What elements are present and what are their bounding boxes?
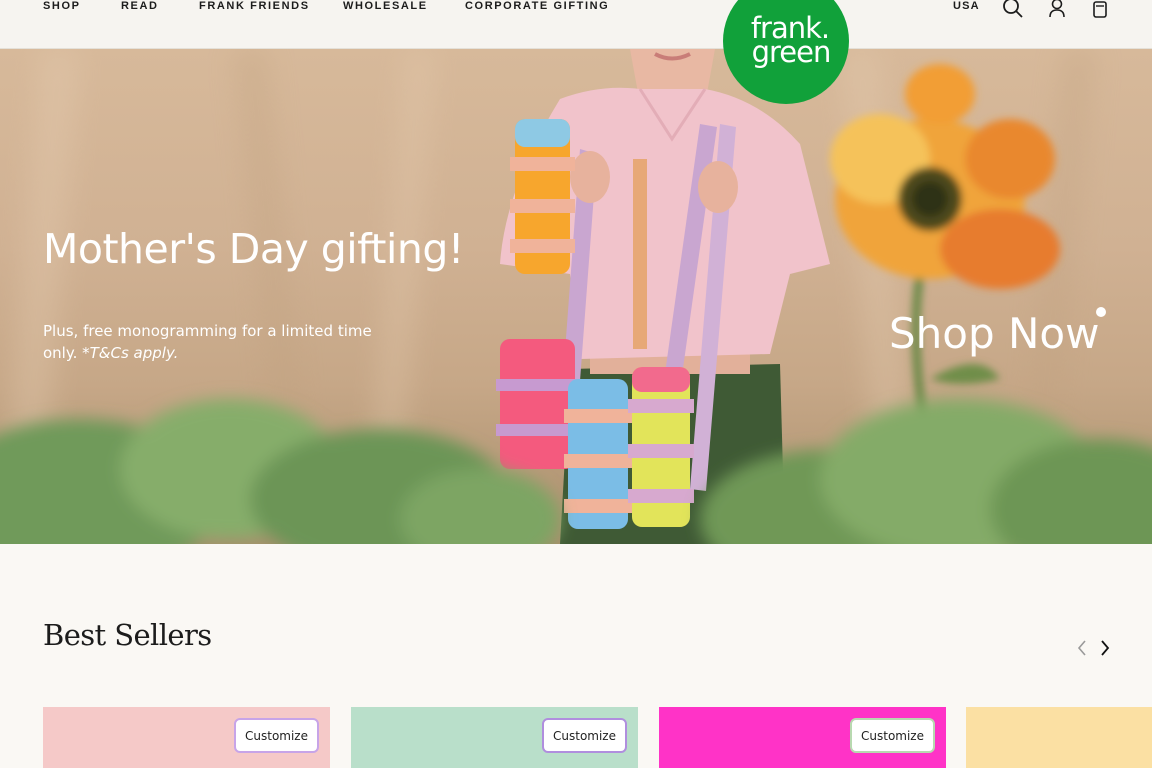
- search-icon[interactable]: [1002, 0, 1024, 18]
- hero-title: Mother's Day gifting!: [43, 225, 464, 273]
- carousel-next-arrow-icon[interactable]: [1098, 638, 1112, 658]
- region-selector[interactable]: USA: [953, 0, 980, 12]
- customize-button[interactable]: Customize: [234, 718, 319, 753]
- nav-corporate-gifting[interactable]: CORPORATE GIFTING: [465, 0, 609, 12]
- hero-terms-note: *T&Cs apply.: [82, 344, 179, 362]
- product-card[interactable]: Customize: [351, 707, 638, 768]
- customize-button[interactable]: Customize: [850, 718, 935, 753]
- product-card[interactable]: Customize: [43, 707, 330, 768]
- nav-wholesale[interactable]: WHOLESALE: [343, 0, 428, 12]
- hero-banner[interactable]: Mother's Day gifting! Plus, free monogra…: [0, 49, 1152, 544]
- shop-now-link[interactable]: Shop Now: [889, 309, 1099, 358]
- nav-shop[interactable]: SHOP: [43, 0, 81, 12]
- site-header: SHOP READ FRANK FRIENDS WHOLESALE CORPOR…: [0, 0, 1152, 49]
- carousel-prev-arrow-icon[interactable]: [1075, 638, 1089, 658]
- product-card[interactable]: Customize: [659, 707, 946, 768]
- bag-icon[interactable]: [1089, 0, 1111, 18]
- logo-text-green: green: [751, 35, 832, 69]
- page: SHOP READ FRANK FRIENDS WHOLESALE CORPOR…: [0, 0, 1152, 768]
- carousel-dot[interactable]: [1096, 307, 1106, 317]
- product-card[interactable]: [966, 707, 1152, 768]
- nav-read[interactable]: READ: [121, 0, 159, 12]
- nav-frank-friends[interactable]: FRANK FRIENDS: [199, 0, 310, 12]
- best-sellers-title: Best Sellers: [43, 618, 212, 652]
- hero-image: [0, 49, 1152, 544]
- account-icon[interactable]: [1046, 0, 1068, 18]
- customize-button[interactable]: Customize: [542, 718, 627, 753]
- hero-subtitle: Plus, free monogramming for a limited ti…: [43, 320, 383, 364]
